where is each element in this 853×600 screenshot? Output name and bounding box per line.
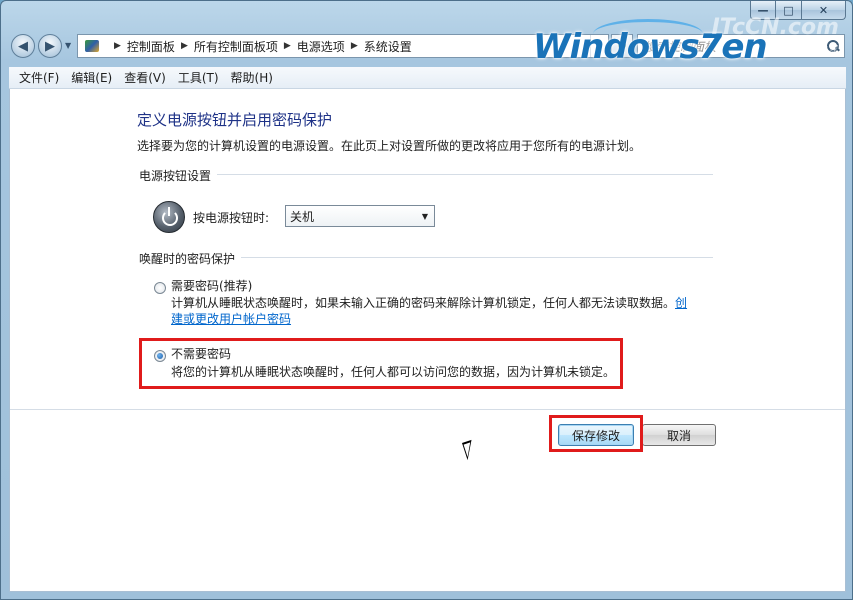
power-icon (153, 201, 185, 233)
power-button-label: 按电源按钮时: (193, 211, 270, 225)
maximize-button[interactable]: □ (776, 1, 802, 20)
breadcrumb-power-options[interactable]: 电源选项 (297, 38, 345, 55)
highlight-box-save (549, 415, 643, 452)
address-history-dropdown[interactable]: ▼ (590, 35, 608, 57)
address-bar[interactable]: ▶ 控制面板 ▶ 所有控制面板项 ▶ 电源选项 ▶ 系统设置 ▼ (77, 34, 609, 58)
breadcrumb-all-items[interactable]: 所有控制面板项 (194, 38, 278, 55)
chevron-right-icon[interactable]: ▶ (181, 41, 188, 51)
create-password-link[interactable]: 创 (675, 296, 687, 310)
require-password-text: 计算机从睡眠状态唤醒时，如果未输入正确的密码来解除计算机锁定，任何人都无法读取数… (171, 295, 687, 327)
refresh-button[interactable]: ↻ (611, 34, 633, 58)
close-button[interactable]: ✕ (802, 1, 846, 20)
chevron-right-icon[interactable]: ▶ (114, 41, 121, 51)
require-password-title[interactable]: 需要密码(推荐) (171, 277, 252, 294)
content-area: 定义电源按钮并启用密码保护 选择要为您的计算机设置的电源设置。在此页上对设置所做… (9, 89, 846, 592)
menu-help[interactable]: 帮助(H) (225, 69, 279, 86)
group-divider (139, 174, 713, 175)
require-password-radio[interactable] (154, 282, 166, 294)
caption-buttons: — □ ✕ (750, 1, 846, 20)
forward-arrow-icon: ▶ (45, 38, 55, 54)
page-description: 选择要为您的计算机设置的电源设置。在此页上对设置所做的更改将应用于您所有的电源计… (137, 139, 642, 153)
recent-pages-dropdown[interactable]: ▼ (65, 41, 71, 50)
cancel-button[interactable]: 取消 (642, 424, 716, 446)
back-arrow-icon: ◀ (18, 38, 28, 54)
highlight-box-option (139, 338, 623, 389)
mouse-cursor-icon (462, 439, 478, 461)
chevron-right-icon[interactable]: ▶ (284, 41, 291, 51)
minimize-button[interactable]: — (750, 1, 776, 20)
refresh-icon: ↻ (616, 38, 628, 54)
breadcrumb-control-panel[interactable]: 控制面板 (127, 38, 175, 55)
power-button-action-select[interactable]: 关机 ▼ (285, 205, 435, 227)
search-icon[interactable] (826, 39, 840, 53)
forward-button[interactable]: ▶ (38, 34, 62, 58)
power-button-action-value: 关机 (290, 209, 315, 224)
menu-edit[interactable]: 编辑(E) (65, 69, 118, 86)
password-group-label: 唤醒时的密码保护 (139, 250, 242, 267)
menu-bar: 文件(F) 编辑(E) 查看(V) 工具(T) 帮助(H) (9, 67, 846, 89)
create-password-link-cont[interactable]: 建或更改用户帐户密码 (171, 312, 291, 326)
control-panel-window: — □ ✕ ◀ ▶ ▼ ▶ 控制面板 ▶ 所有控制面板项 ▶ 电源选项 ▶ 系统… (0, 0, 853, 600)
menu-tools[interactable]: 工具(T) (172, 69, 225, 86)
search-placeholder: 搜索控制面板 (644, 39, 717, 54)
require-password-desc: 计算机从睡眠状态唤醒时，如果未输入正确的密码来解除计算机锁定，任何人都无法读取数… (171, 296, 676, 310)
search-input[interactable]: 搜索控制面板 (637, 34, 845, 58)
menu-file[interactable]: 文件(F) (13, 69, 65, 86)
back-button[interactable]: ◀ (11, 34, 35, 58)
chevron-right-icon[interactable]: ▶ (351, 41, 358, 51)
footer-divider (10, 409, 845, 410)
control-panel-icon (84, 38, 102, 54)
page-title: 定义电源按钮并启用密码保护 (137, 111, 333, 129)
power-group-label: 电源按钮设置 (139, 167, 218, 184)
chevron-down-icon: ▼ (421, 211, 429, 221)
menu-view[interactable]: 查看(V) (118, 69, 172, 86)
breadcrumb-system-settings[interactable]: 系统设置 (364, 38, 412, 55)
